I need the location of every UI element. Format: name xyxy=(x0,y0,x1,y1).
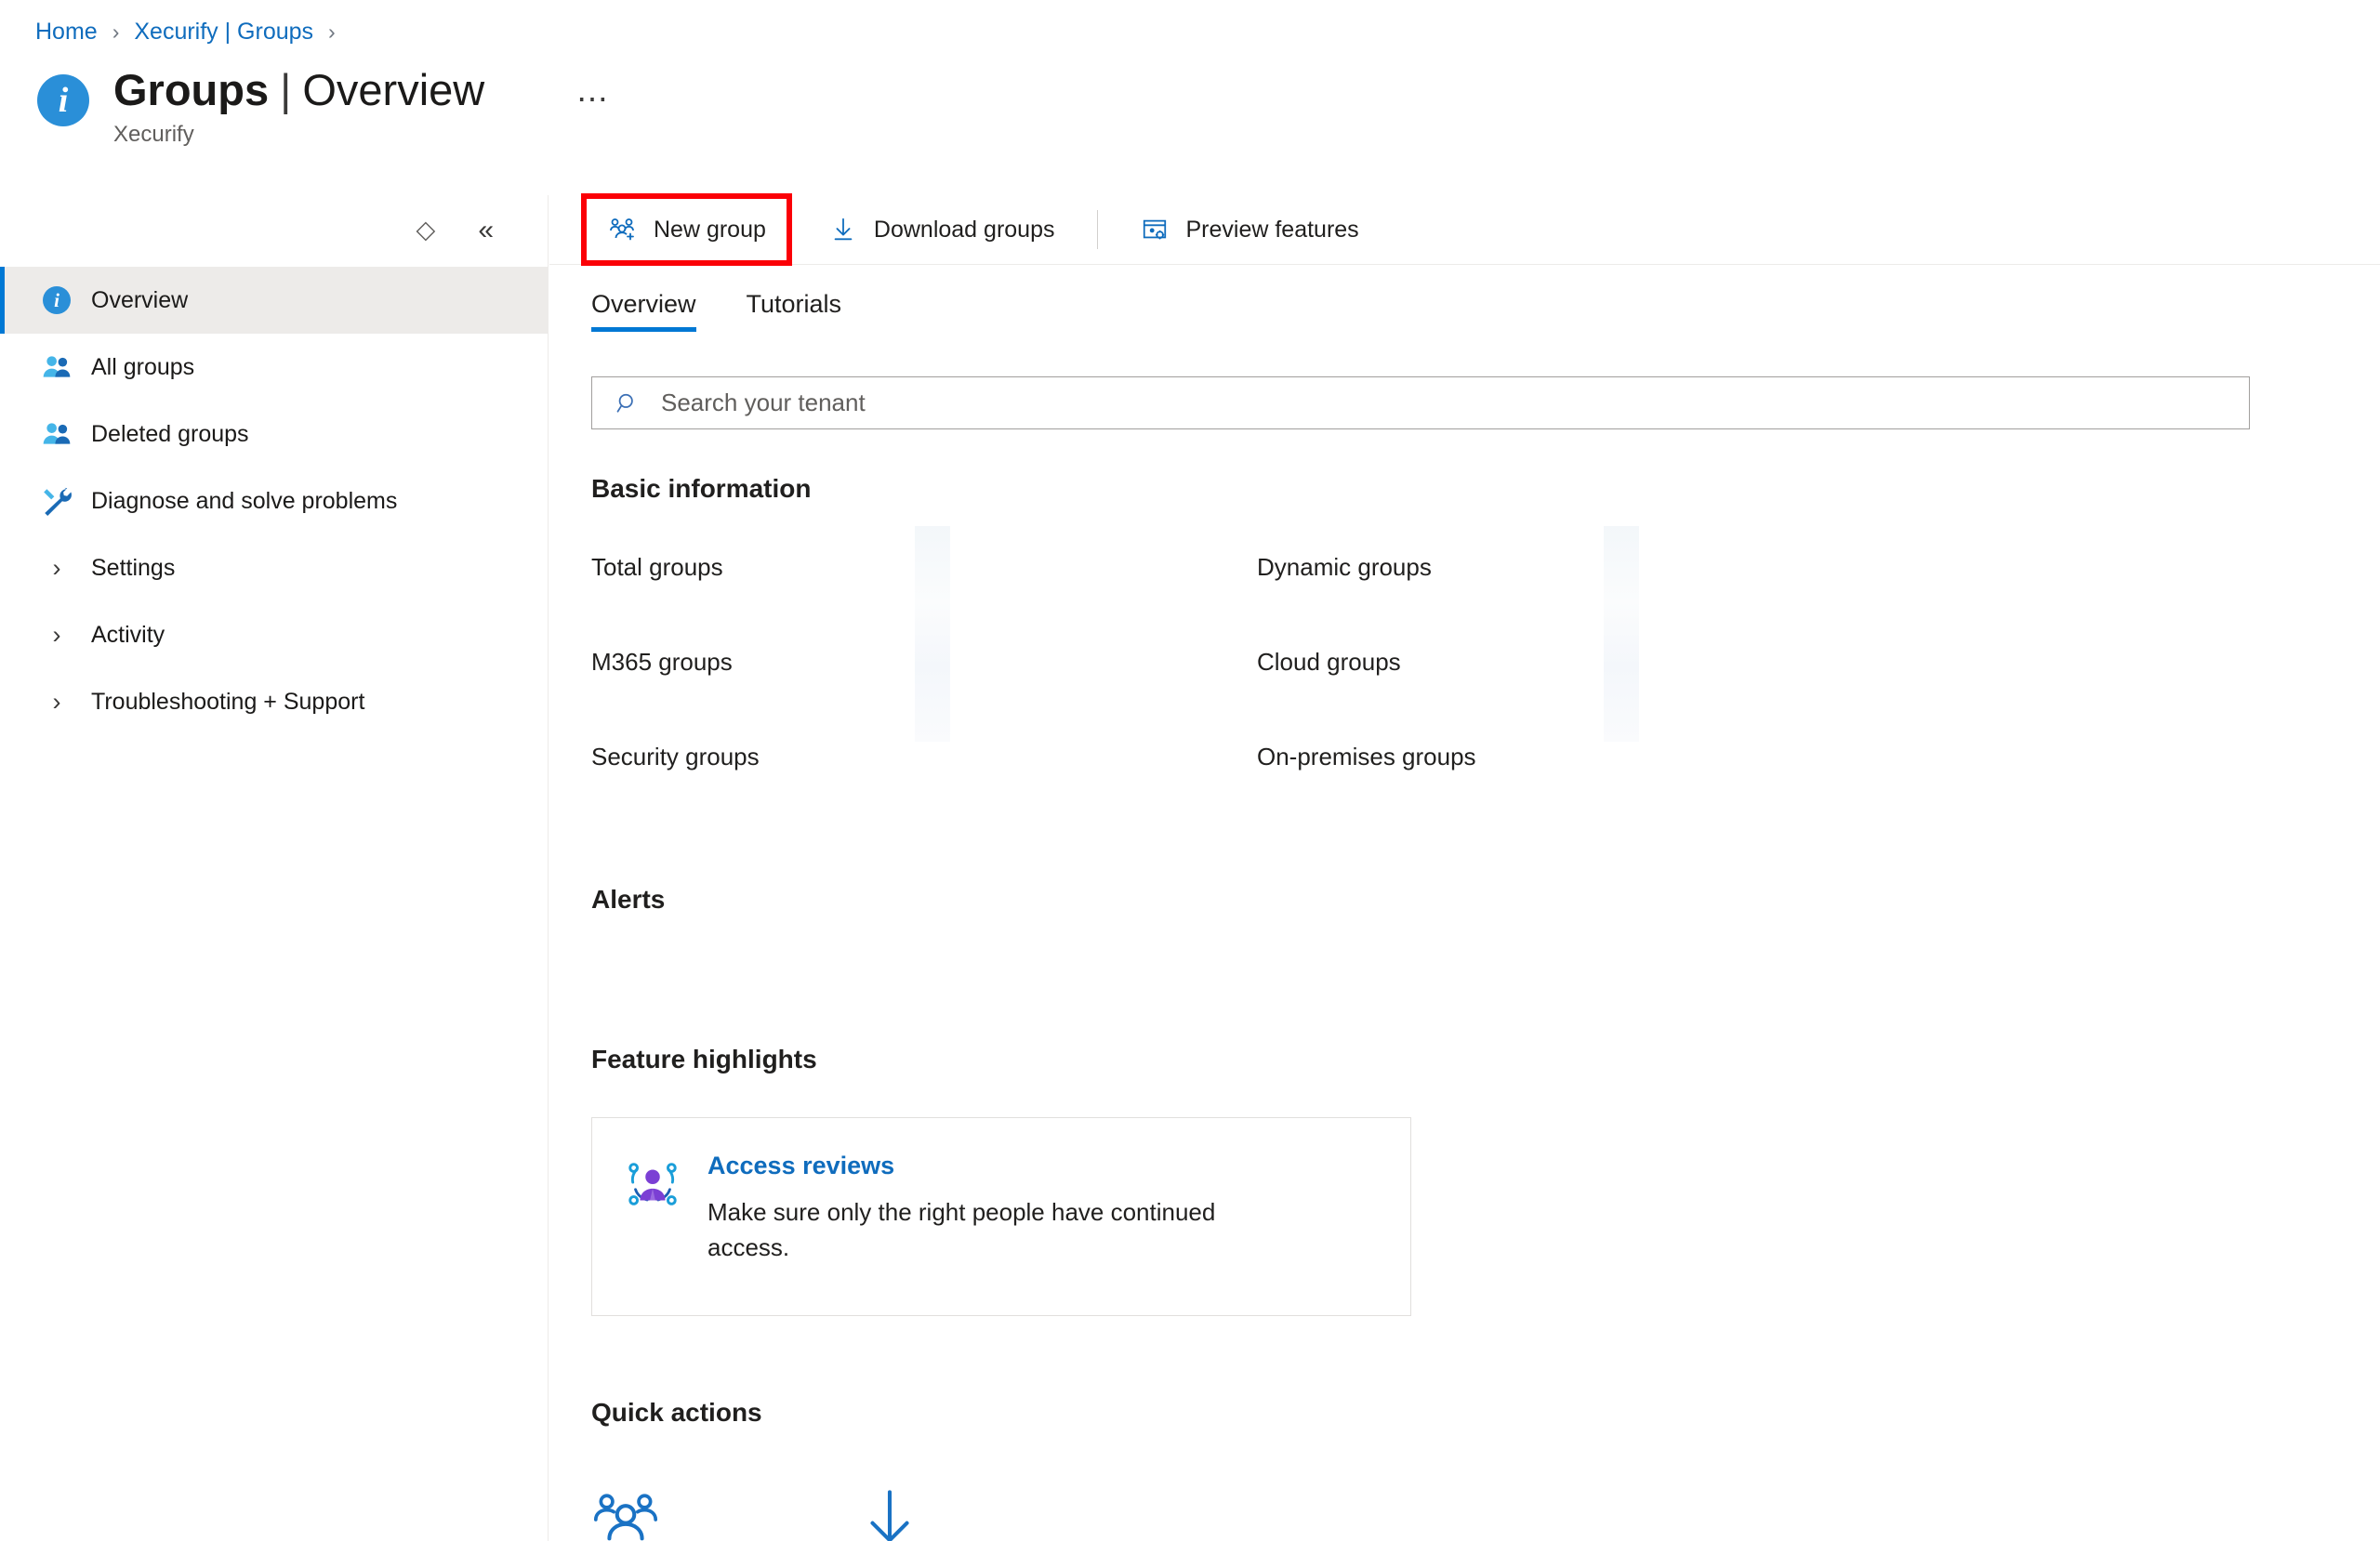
search-input[interactable] xyxy=(661,389,2249,417)
command-bar-divider xyxy=(1097,210,1099,249)
new-group-button[interactable]: New group xyxy=(581,193,792,266)
access-reviews-icon xyxy=(624,1155,681,1218)
info-glyph: i xyxy=(58,81,69,120)
basic-information-heading: Basic information xyxy=(591,474,812,503)
page-subtitle: Xecurify xyxy=(113,122,194,148)
chevron-right-icon: › xyxy=(52,687,61,716)
sidebar-item-label: All groups xyxy=(91,353,195,380)
command-bar: New group Download groups Preview featur… xyxy=(549,193,2380,266)
breadcrumb-separator-icon: › xyxy=(328,20,336,44)
page-title-primary: Groups xyxy=(113,65,270,114)
sidebar-item-all-groups[interactable]: All groups xyxy=(0,334,548,401)
quick-action-download[interactable] xyxy=(855,1485,924,1541)
page-title-secondary: Overview xyxy=(302,65,485,114)
quick-actions-heading: Quick actions xyxy=(591,1398,762,1427)
chevron-right-icon: › xyxy=(52,620,61,649)
info-label: Total groups xyxy=(591,552,723,581)
info-label: On-premises groups xyxy=(1257,742,1476,770)
main-content: Overview Tutorials Basic information Tot… xyxy=(549,266,2380,1541)
info-label: Security groups xyxy=(591,742,760,770)
collapse-icon[interactable]: « xyxy=(478,216,494,244)
sidebar-item-label: Diagnose and solve problems xyxy=(91,487,398,514)
quick-actions-row xyxy=(591,1485,2380,1541)
info-row: M365 groups Cloud groups xyxy=(591,638,1986,686)
preview-features-button[interactable]: Preview features xyxy=(1124,204,1375,256)
sidebar-item-overview[interactable]: i Overview xyxy=(0,267,548,334)
breadcrumb: Home › Xecurify | Groups › xyxy=(35,19,350,46)
info-label: Cloud groups xyxy=(1257,647,1401,676)
deleted-groups-icon xyxy=(41,418,73,450)
download-groups-label: Download groups xyxy=(873,216,1055,243)
basic-information-grid: Total groups Dynamic groups M365 groups … xyxy=(591,526,1986,781)
sidebar-nav: i Overview All groups Deleted groups Dia… xyxy=(0,265,548,735)
preview-features-icon xyxy=(1141,216,1169,244)
access-reviews-link[interactable]: Access reviews xyxy=(707,1152,1302,1180)
search-icon xyxy=(615,390,641,416)
alerts-heading: Alerts xyxy=(591,885,666,914)
info-row: Security groups On-premises groups xyxy=(591,732,1986,781)
breadcrumb-item-xecurify-groups[interactable]: Xecurify | Groups xyxy=(134,19,313,46)
sidebar-item-label: Troubleshooting + Support xyxy=(91,688,365,715)
sidebar-item-diagnose-and-solve-problems[interactable]: Diagnose and solve problems xyxy=(0,468,548,534)
page-title-divider: | xyxy=(280,65,292,114)
info-label: M365 groups xyxy=(591,647,733,676)
breadcrumb-separator-icon: › xyxy=(112,20,120,44)
sidebar-item-activity[interactable]: › Activity xyxy=(0,601,548,668)
pin-blade-icon[interactable]: ◇ xyxy=(416,217,436,243)
page-info-icon: i xyxy=(37,74,89,126)
feature-highlights-heading: Feature highlights xyxy=(591,1045,817,1073)
more-options-button[interactable]: ⋯ xyxy=(576,84,610,115)
sidebar-item-label: Overview xyxy=(91,286,189,313)
download-icon xyxy=(829,216,857,244)
sidebar-tools: ◇ « xyxy=(0,195,548,265)
sidebar-item-troubleshooting-support[interactable]: › Troubleshooting + Support xyxy=(0,668,548,735)
download-groups-button[interactable]: Download groups xyxy=(813,204,1072,256)
tab-overview[interactable]: Overview xyxy=(591,290,696,332)
info-row: Total groups Dynamic groups xyxy=(591,543,1986,591)
quick-action-new-group[interactable] xyxy=(591,1485,660,1541)
access-reviews-description: Make sure only the right people have con… xyxy=(707,1198,1216,1261)
sidebar: ◇ « i Overview All groups Deleted groups… xyxy=(0,195,549,1541)
sidebar-item-label: Activity xyxy=(91,621,165,648)
loading-placeholder-right xyxy=(1604,526,1639,742)
search-box[interactable] xyxy=(591,376,2250,429)
tab-tutorials[interactable]: Tutorials xyxy=(747,290,842,332)
feature-card-access-reviews[interactable]: Access reviews Make sure only the right … xyxy=(591,1117,1411,1316)
new-group-people-icon xyxy=(591,1485,660,1541)
info-label: Dynamic groups xyxy=(1257,552,1432,581)
page-title-block: i Groups | Overview Xecurify xyxy=(37,67,484,148)
azure-groups-overview-page: Home › Xecurify | Groups › i Groups | Ov… xyxy=(0,0,2380,1541)
loading-placeholder-left xyxy=(915,526,950,742)
info-icon: i xyxy=(41,284,73,316)
sidebar-item-label: Deleted groups xyxy=(91,420,249,447)
sidebar-item-settings[interactable]: › Settings xyxy=(0,534,548,601)
breadcrumb-item-home[interactable]: Home xyxy=(35,19,98,46)
groups-icon xyxy=(41,351,73,383)
chevron-right-icon: › xyxy=(52,553,61,582)
download-arrow-icon xyxy=(855,1485,924,1541)
wrench-icon xyxy=(41,485,73,517)
add-group-icon xyxy=(607,215,637,244)
preview-features-label: Preview features xyxy=(1185,216,1359,243)
page-title: Groups | Overview xyxy=(113,65,485,114)
new-group-label: New group xyxy=(654,216,766,243)
tab-label: Tutorials xyxy=(746,290,842,318)
content-tabs: Overview Tutorials xyxy=(549,266,2380,332)
tab-label: Overview xyxy=(591,290,696,318)
sidebar-item-deleted-groups[interactable]: Deleted groups xyxy=(0,401,548,468)
sidebar-item-label: Settings xyxy=(91,554,176,581)
